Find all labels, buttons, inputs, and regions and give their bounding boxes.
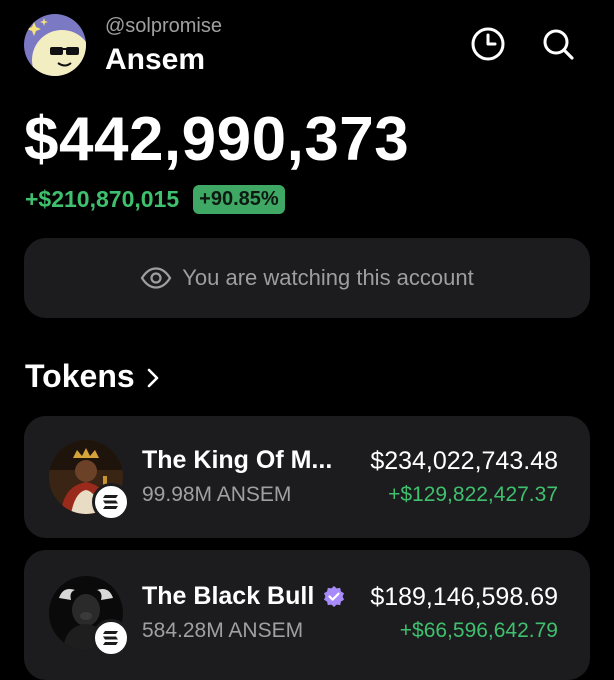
chain-badge — [92, 619, 130, 657]
token-change: +$129,822,427.37 — [388, 483, 558, 506]
change-percent-badge: +90.85% — [193, 184, 285, 214]
tokens-section-header[interactable]: Tokens — [25, 358, 159, 395]
portfolio-change: +$210,870,015 +90.85% — [25, 184, 285, 214]
account-header: @solpromise Ansem — [24, 14, 590, 78]
change-amount: +$210,870,015 — [25, 185, 180, 212]
token-amount: 584.28M ANSEM — [142, 619, 304, 642]
history-button[interactable] — [470, 26, 506, 62]
token-value: $234,022,743.48 — [370, 447, 558, 475]
account-avatar[interactable] — [24, 14, 86, 76]
token-name: The Black Bull — [142, 582, 346, 611]
token-value: $189,146,598.69 — [370, 583, 558, 611]
token-amount: 99.98M ANSEM — [142, 483, 292, 506]
chevron-right-icon — [147, 368, 158, 388]
search-icon — [543, 29, 574, 60]
account-name: Ansem — [105, 43, 206, 76]
search-button[interactable] — [540, 26, 576, 62]
verified-badge-icon — [324, 585, 345, 607]
tokens-title: Tokens — [25, 358, 135, 394]
token-row[interactable]: The King Of M... 99.98M ANSEM $234,022,7… — [24, 416, 590, 538]
watching-banner: You are watching this account — [24, 238, 590, 318]
token-row[interactable]: The Black Bull 584.28M ANSEM $189,146,59… — [24, 550, 590, 680]
solana-icon — [103, 631, 118, 645]
solana-icon — [103, 495, 118, 509]
account-handle: @solpromise — [105, 15, 223, 37]
portfolio-balance: $442,990,373 — [24, 105, 410, 174]
token-change: +$66,596,642.79 — [399, 619, 558, 642]
watching-text: You are watching this account — [182, 265, 474, 290]
chain-badge — [92, 483, 130, 521]
clock-icon — [471, 27, 505, 61]
eye-icon — [140, 267, 172, 289]
sunglasses-face-icon — [24, 14, 86, 76]
token-name: The King Of M... — [142, 446, 333, 474]
